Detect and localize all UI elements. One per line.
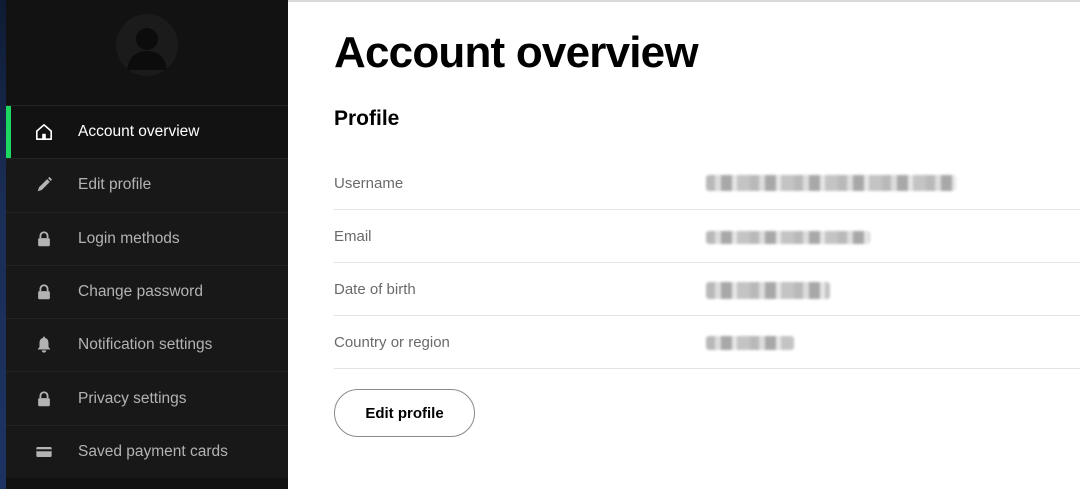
- bell-icon: [34, 335, 54, 355]
- profile-table: Username Email Date of birth Country or …: [334, 157, 1080, 369]
- redacted-value: [706, 231, 870, 244]
- main-content: Account overview Profile Username Email …: [288, 0, 1080, 489]
- page-title: Account overview: [334, 28, 699, 77]
- sidebar-item-change-password[interactable]: Change password: [6, 264, 288, 319]
- edit-profile-button[interactable]: Edit profile: [334, 389, 475, 437]
- app-window: Account overview Edit profile Login meth…: [0, 0, 1080, 489]
- home-icon: [34, 122, 54, 142]
- sidebar-item-privacy-settings[interactable]: Privacy settings: [6, 371, 288, 425]
- redacted-value: [706, 282, 830, 299]
- sidebar-item-label: Saved payment cards: [78, 442, 228, 460]
- sidebar-item-label: Notification settings: [78, 336, 213, 354]
- sidebar-item-account-overview[interactable]: Account overview: [6, 105, 288, 159]
- sidebar-item-label: Change password: [78, 283, 203, 301]
- lock-icon: [34, 282, 54, 302]
- lock-icon: [34, 229, 54, 249]
- lock-icon: [34, 389, 54, 409]
- profile-row-country: Country or region: [334, 316, 1080, 369]
- sidebar-item-label: Account overview: [78, 123, 200, 141]
- section-title-profile: Profile: [334, 107, 400, 130]
- user-avatar-icon: [116, 14, 178, 76]
- row-label: Username: [334, 175, 404, 192]
- sidebar-item-login-methods[interactable]: Login methods: [6, 211, 288, 265]
- row-label: Country or region: [334, 334, 450, 351]
- avatar: [116, 14, 178, 76]
- redacted-value: [706, 336, 794, 350]
- row-label: Email: [334, 228, 372, 245]
- sidebar-nav: Account overview Edit profile Login meth…: [6, 105, 288, 479]
- sidebar-item-notification-settings[interactable]: Notification settings: [6, 318, 288, 372]
- sidebar: Account overview Edit profile Login meth…: [6, 0, 288, 489]
- card-icon: [34, 442, 54, 462]
- pencil-icon: [34, 175, 54, 195]
- sidebar-item-label: Login methods: [78, 229, 180, 247]
- sidebar-item-edit-profile[interactable]: Edit profile: [6, 158, 288, 212]
- sidebar-item-label: Edit profile: [78, 176, 152, 194]
- redacted-value: [706, 175, 956, 191]
- profile-row-email: Email: [334, 210, 1080, 263]
- profile-row-date-of-birth: Date of birth: [334, 263, 1080, 316]
- row-label: Date of birth: [334, 281, 416, 298]
- profile-row-username: Username: [334, 157, 1080, 210]
- sidebar-item-saved-payment-cards[interactable]: Saved payment cards: [6, 424, 288, 479]
- sidebar-item-label: Privacy settings: [78, 389, 187, 407]
